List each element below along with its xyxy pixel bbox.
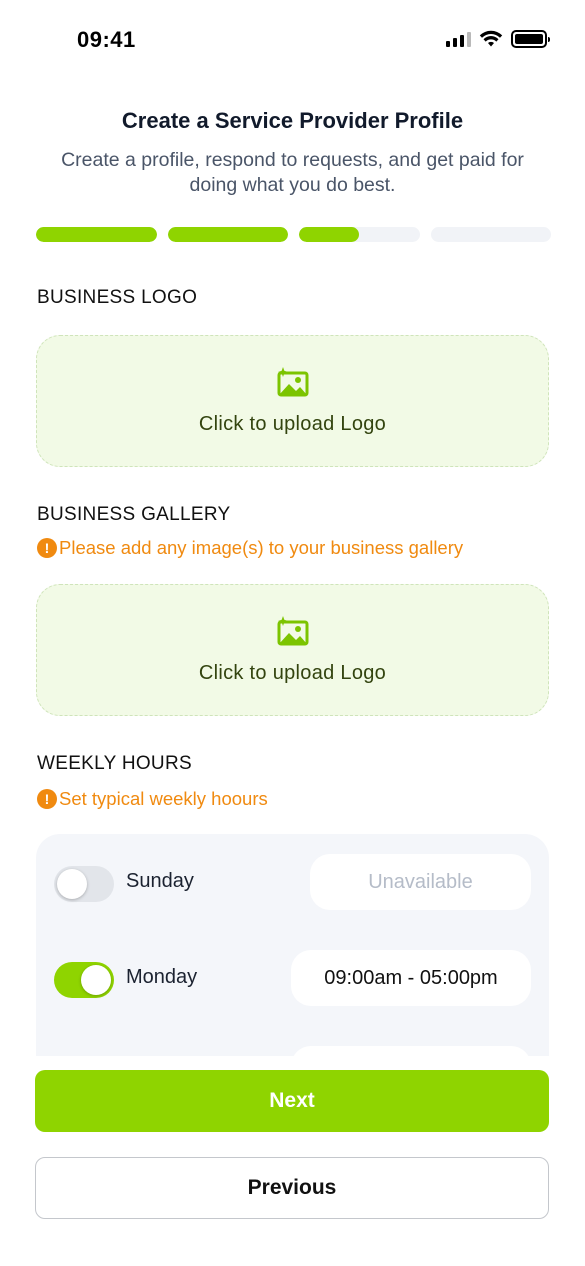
gallery-warning: ! Please add any image(s) to your busine… xyxy=(37,537,463,559)
gallery-upload-area[interactable]: Click to upload Logo xyxy=(36,584,549,716)
sunday-toggle[interactable] xyxy=(54,866,114,902)
cellular-signal-icon xyxy=(446,31,471,47)
day-row-sunday: Sunday Unavailable xyxy=(36,854,549,910)
status-bar: 09:41 xyxy=(0,0,585,80)
progress-step-2 xyxy=(167,227,288,242)
battery-icon xyxy=(511,30,550,48)
weekly-hours-panel[interactable]: Sunday Unavailable Monday 09:00am - 05:0… xyxy=(36,834,549,1056)
wifi-icon xyxy=(479,30,503,47)
warning-icon: ! xyxy=(37,789,57,809)
page-title: Create a Service Provider Profile xyxy=(121,108,464,133)
business-gallery-label: BUSINESS GALLERY xyxy=(37,504,231,525)
status-icons xyxy=(446,30,550,48)
day-name: Monday xyxy=(126,966,198,988)
warning-icon: ! xyxy=(37,538,57,558)
day-name: Sunday xyxy=(126,870,194,892)
day-row-partial xyxy=(36,1046,549,1056)
image-upload-icon xyxy=(277,615,308,645)
status-time: 09:41 xyxy=(77,27,136,52)
previous-button[interactable]: Previous xyxy=(35,1157,549,1219)
sunday-hours[interactable]: Unavailable xyxy=(310,854,531,910)
logo-upload-area[interactable]: Click to upload Logo xyxy=(36,335,549,467)
business-logo-label: BUSINESS LOGO xyxy=(37,287,198,308)
image-upload-icon xyxy=(277,366,308,396)
weekly-hours-warning: ! Set typical weekly hoours xyxy=(37,788,268,810)
progress-step-3 xyxy=(299,227,420,242)
step-progress xyxy=(36,227,551,242)
page-subtitle: Create a profile, respond to requests, a… xyxy=(61,149,524,196)
day-row-monday: Monday 09:00am - 05:00pm xyxy=(36,950,549,1006)
next-day-hours[interactable] xyxy=(291,1046,531,1056)
monday-toggle[interactable] xyxy=(54,962,114,998)
progress-step-3-fill xyxy=(299,227,360,242)
progress-step-4 xyxy=(430,227,551,242)
gallery-warning-text: Please add any image(s) to your business… xyxy=(59,537,464,558)
logo-upload-text: Click to upload Logo xyxy=(198,412,387,435)
progress-step-1-fill xyxy=(36,227,157,242)
weekly-hours-warning-text: Set typical weekly hoours xyxy=(59,788,268,809)
monday-hours[interactable]: 09:00am - 05:00pm xyxy=(291,950,531,1006)
progress-step-2-fill xyxy=(167,227,288,242)
progress-step-1 xyxy=(36,227,157,242)
weekly-hours-label: WEEKLY HOURS xyxy=(37,753,192,774)
gallery-upload-text: Click to upload Logo xyxy=(198,661,387,684)
next-button[interactable]: Next xyxy=(35,1070,549,1132)
